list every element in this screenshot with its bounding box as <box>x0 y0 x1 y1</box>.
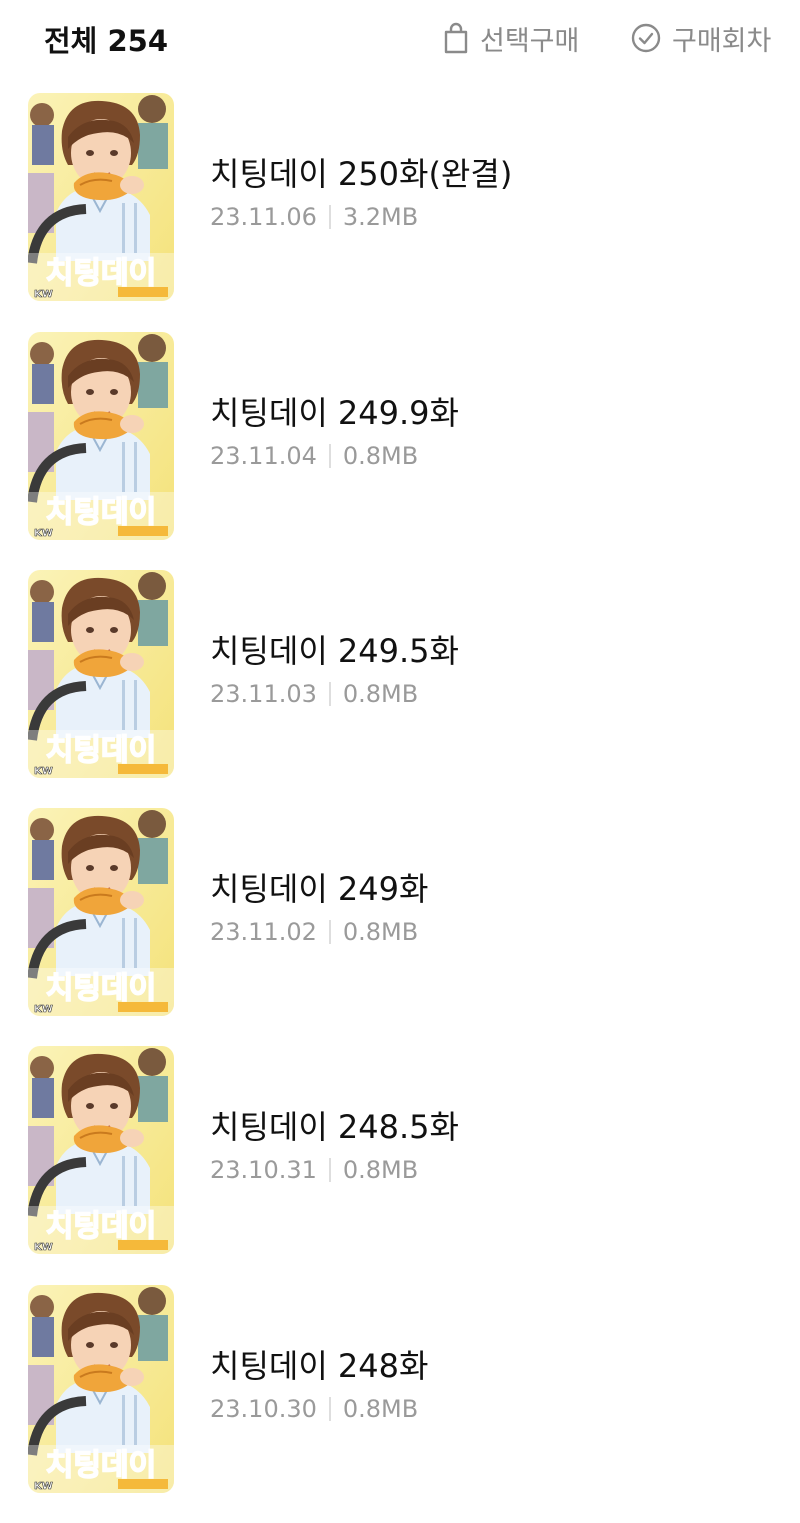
episode-date: 23.10.31 <box>210 1156 317 1184</box>
meta-divider <box>328 205 331 229</box>
episode-meta: 23.11.04 0.8MB <box>210 442 418 470</box>
episode-row[interactable]: 치팅데이 KW 치팅데이 248.5화 23.10.31 0.8MB <box>0 1046 800 1284</box>
svg-text:KW: KW <box>34 766 53 777</box>
episode-date: 23.11.03 <box>210 680 317 708</box>
episode-thumbnail: 치팅데이 KW <box>28 808 174 1016</box>
episode-size: 0.8MB <box>342 442 419 470</box>
svg-text:치팅데이: 치팅데이 <box>46 971 156 1006</box>
svg-text:KW: KW <box>34 289 53 300</box>
cover-illustration: 치팅데이KW <box>28 808 174 1016</box>
episode-row[interactable]: 치팅데이 KW 치팅데이 248화 23.10.30 0.8MB <box>0 1285 800 1523</box>
episode-meta: 23.11.03 0.8MB <box>210 680 418 708</box>
svg-text:KW: KW <box>34 1242 53 1253</box>
cover-illustration: 치팅데이KW <box>28 570 174 778</box>
svg-text:치팅데이: 치팅데이 <box>46 256 156 291</box>
cover-illustration: 치팅데이KW <box>28 1285 174 1493</box>
episode-row[interactable]: 치팅데이 KW 치팅데이 249.9화 23.11.04 0.8MB <box>0 332 800 570</box>
episode-title: 치팅데이 250화(완결) <box>210 155 513 193</box>
episode-thumbnail: 치팅데이 KW <box>28 332 174 540</box>
episode-size: 0.8MB <box>342 1156 419 1184</box>
episode-meta: 23.11.02 0.8MB <box>210 918 418 946</box>
episode-list: 치팅데이 KW 치팅데이 250화(완결) 23.11.06 3.2MB 치팅데이… <box>0 0 800 1493</box>
svg-text:치팅데이: 치팅데이 <box>46 1448 156 1483</box>
svg-text:KW: KW <box>34 528 53 539</box>
episode-meta: 23.10.31 0.8MB <box>210 1156 418 1184</box>
episode-size: 0.8MB <box>342 918 419 946</box>
meta-divider <box>328 920 331 944</box>
svg-text:치팅데이: 치팅데이 <box>46 495 156 530</box>
episode-meta: 23.11.06 3.2MB <box>210 203 418 231</box>
cover-illustration: 치팅데이KW <box>28 93 174 301</box>
episode-thumbnail: 치팅데이 KW <box>28 1285 174 1493</box>
episode-size: 0.8MB <box>342 680 419 708</box>
episode-thumbnail: 치팅데이 KW <box>28 1046 174 1254</box>
episode-size: 3.2MB <box>342 203 419 231</box>
episode-title: 치팅데이 248화 <box>210 1347 429 1385</box>
episode-title: 치팅데이 248.5화 <box>210 1108 459 1146</box>
episode-row[interactable]: 치팅데이 KW 치팅데이 249화 23.11.02 0.8MB <box>0 808 800 1046</box>
episode-title: 치팅데이 249.9화 <box>210 394 459 432</box>
episode-size: 0.8MB <box>342 1395 419 1423</box>
episode-date: 23.11.04 <box>210 442 317 470</box>
episode-date: 23.11.06 <box>210 203 317 231</box>
svg-text:치팅데이: 치팅데이 <box>46 1209 156 1244</box>
episode-row[interactable]: 치팅데이 KW 치팅데이 249.5화 23.11.03 0.8MB <box>0 570 800 808</box>
meta-divider <box>328 1397 331 1421</box>
svg-text:치팅데이: 치팅데이 <box>46 733 156 768</box>
episode-meta: 23.10.30 0.8MB <box>210 1395 418 1423</box>
episode-thumbnail: 치팅데이 KW <box>28 93 174 301</box>
cover-illustration: 치팅데이KW <box>28 1046 174 1254</box>
episode-row[interactable]: 치팅데이 KW 치팅데이 250화(완결) 23.11.06 3.2MB <box>0 93 800 331</box>
episode-date: 23.10.30 <box>210 1395 317 1423</box>
episode-date: 23.11.02 <box>210 918 317 946</box>
cover-illustration: 치팅데이KW <box>28 332 174 540</box>
episode-thumbnail: 치팅데이 KW <box>28 570 174 778</box>
episode-title: 치팅데이 249화 <box>210 870 429 908</box>
episode-title: 치팅데이 249.5화 <box>210 632 459 670</box>
meta-divider <box>328 1158 331 1182</box>
meta-divider <box>328 682 331 706</box>
svg-text:KW: KW <box>34 1481 53 1492</box>
meta-divider <box>328 444 331 468</box>
svg-text:KW: KW <box>34 1004 53 1015</box>
